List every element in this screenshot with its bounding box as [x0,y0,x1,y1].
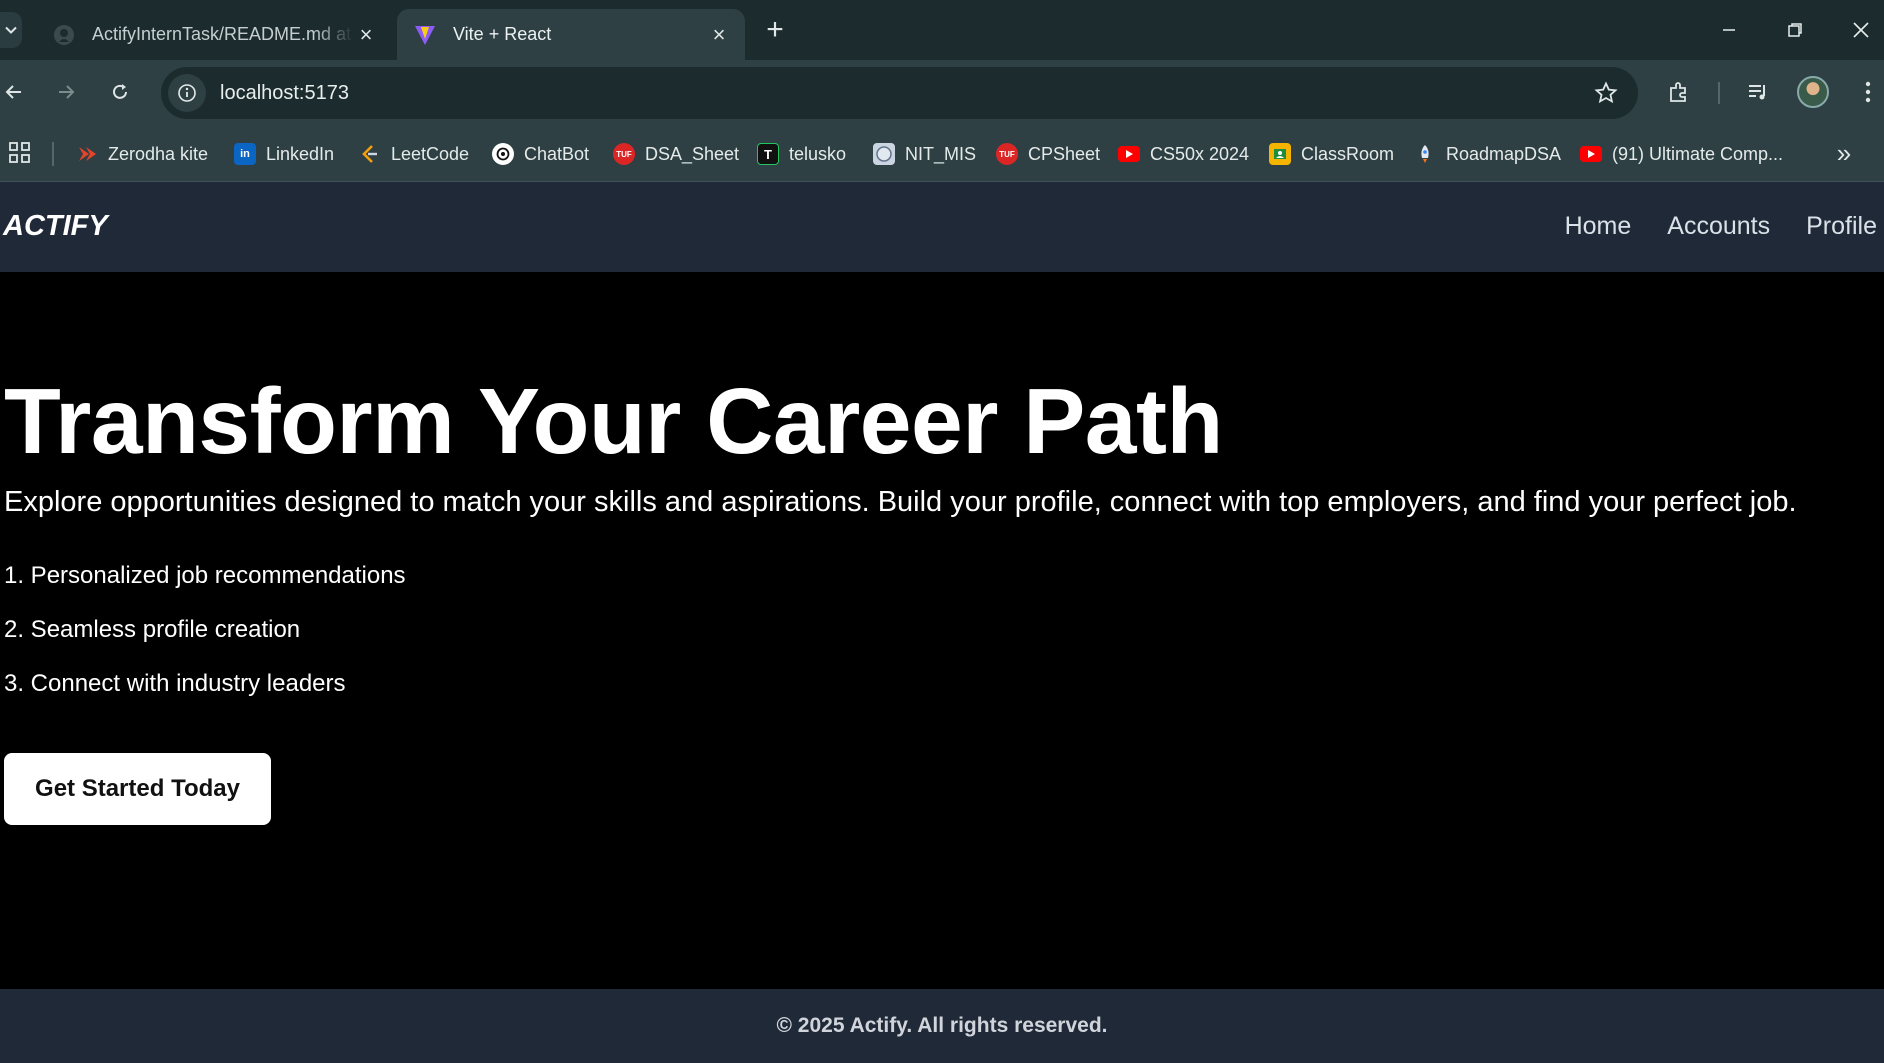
feature-item: 3. Connect with industry leaders [4,670,346,697]
nav-links: Home Accounts Profile [1565,212,1877,241]
tab-strip: ActifyInternTask/README.md at main × Vit… [0,0,1884,60]
bookmark-label: (91) Ultimate Comp... [1612,143,1784,164]
bookmark-label: LeetCode [391,143,470,164]
telusko-icon: T [757,143,779,165]
tab-github-readme[interactable]: ActifyInternTask/README.md at main × [36,9,392,60]
feature-list: 1. Personalized job recommendations 2. S… [4,562,406,724]
bookmark-cpsheet[interactable]: TUF CPSheet [996,137,1100,171]
more-bookmarks-chevron-icon[interactable]: » [1830,140,1858,168]
bookmark-nit-mis[interactable]: NIT_MIS [873,137,976,171]
github-icon [52,23,76,47]
address-url: localhost:5173 [220,81,349,104]
new-tab-plus-icon[interactable]: + [760,15,790,45]
bookmark-classroom[interactable]: ClassRoom [1269,137,1394,171]
bookmark-label: CS50x 2024 [1150,143,1250,164]
window-close-icon[interactable] [1838,10,1884,50]
tuf-icon: TUF [996,143,1018,165]
chatgpt-icon [492,143,514,165]
hero-section: Transform Your Career Path Explore oppor… [0,272,1884,989]
media-controls-icon[interactable] [1740,74,1776,110]
address-bar[interactable]: localhost:5173 [161,67,1638,119]
bookmark-zerodha[interactable]: Zerodha kite [76,137,208,171]
bookmark-label: ChatBot [524,143,590,164]
bookmark-label: telusko [789,143,847,164]
nit-icon [873,143,895,165]
footer-copyright: © 2025 Actify. All rights reserved. [776,1014,1108,1037]
site-info-icon[interactable] [168,74,206,112]
bookmark-label: CPSheet [1028,143,1101,164]
forward-arrow-icon[interactable] [48,74,84,110]
bookmark-label: RoadmapDSA [1446,143,1562,164]
reload-icon[interactable] [102,74,138,110]
tuf-icon: TUF [613,143,635,165]
app-navbar: ACTIFY Home Accounts Profile [0,182,1884,272]
vite-icon [413,23,437,47]
nav-link-home[interactable]: Home [1565,212,1632,241]
bookmarks-divider [52,142,54,166]
back-arrow-icon[interactable] [0,74,32,110]
linkedin-icon: in [234,143,256,165]
hero-subtitle: Explore opportunities designed to match … [4,486,1797,518]
close-tab-icon[interactable]: × [707,22,731,47]
bookmark-linkedin[interactable]: in LinkedIn [234,137,334,171]
get-started-button[interactable]: Get Started Today [4,753,271,825]
feature-item: 1. Personalized job recommendations [4,562,406,589]
apps-grid-icon[interactable] [8,141,34,167]
bookmark-ultimate-comp[interactable]: (91) Ultimate Comp... [1580,137,1783,171]
bookmark-star-icon[interactable] [1592,79,1620,107]
chevron-down-icon [5,26,17,34]
browser-toolbar: localhost:5173 [0,60,1884,126]
footer: © 2025 Actify. All rights reserved. [0,989,1884,1063]
nav-link-accounts[interactable]: Accounts [1667,212,1770,241]
bookmark-roadmapdsa[interactable]: RoadmapDSA [1414,137,1561,171]
bookmark-label: LinkedIn [266,143,335,164]
nav-link-profile[interactable]: Profile [1806,212,1877,241]
minimize-icon[interactable] [1702,10,1756,50]
bookmark-leetcode[interactable]: LeetCode [359,137,469,171]
leetcode-icon [359,143,381,165]
hero-title: Transform Your Career Path [4,369,1223,473]
tab-title: ActifyInternTask/README.md at main [92,24,354,44]
restore-icon[interactable] [1768,10,1822,50]
toolbar-divider [1718,82,1720,104]
close-tab-icon[interactable]: × [354,22,378,47]
youtube-icon [1580,146,1602,162]
more-menu-icon[interactable] [1850,74,1884,110]
profile-avatar[interactable] [1797,76,1829,108]
bookmark-label: DSA_Sheet [645,143,740,164]
bookmark-dsa-sheet[interactable]: TUF DSA_Sheet [613,137,739,171]
tab-title: Vite + React [453,24,552,44]
tab-vite-react[interactable]: Vite + React × [397,9,745,60]
bookmark-telusko[interactable]: T telusko [757,137,846,171]
bookmark-label: Zerodha kite [108,143,209,164]
bookmark-label: NIT_MIS [905,143,977,164]
bookmark-label: ClassRoom [1301,143,1395,164]
classroom-icon [1269,143,1291,165]
bookmark-chatbot[interactable]: ChatBot [492,137,589,171]
zerodha-icon [76,143,98,165]
bookmark-cs50x[interactable]: CS50x 2024 [1118,137,1249,171]
brand-logo[interactable]: ACTIFY [3,210,108,243]
feature-item: 2. Seamless profile creation [4,616,301,643]
bookmarks-bar: Zerodha kite in LinkedIn LeetCode ChatBo… [0,126,1884,182]
rocket-icon [1414,143,1436,165]
youtube-icon [1118,146,1140,162]
extensions-puzzle-icon[interactable] [1661,74,1697,110]
tab-search-button[interactable] [0,12,22,48]
